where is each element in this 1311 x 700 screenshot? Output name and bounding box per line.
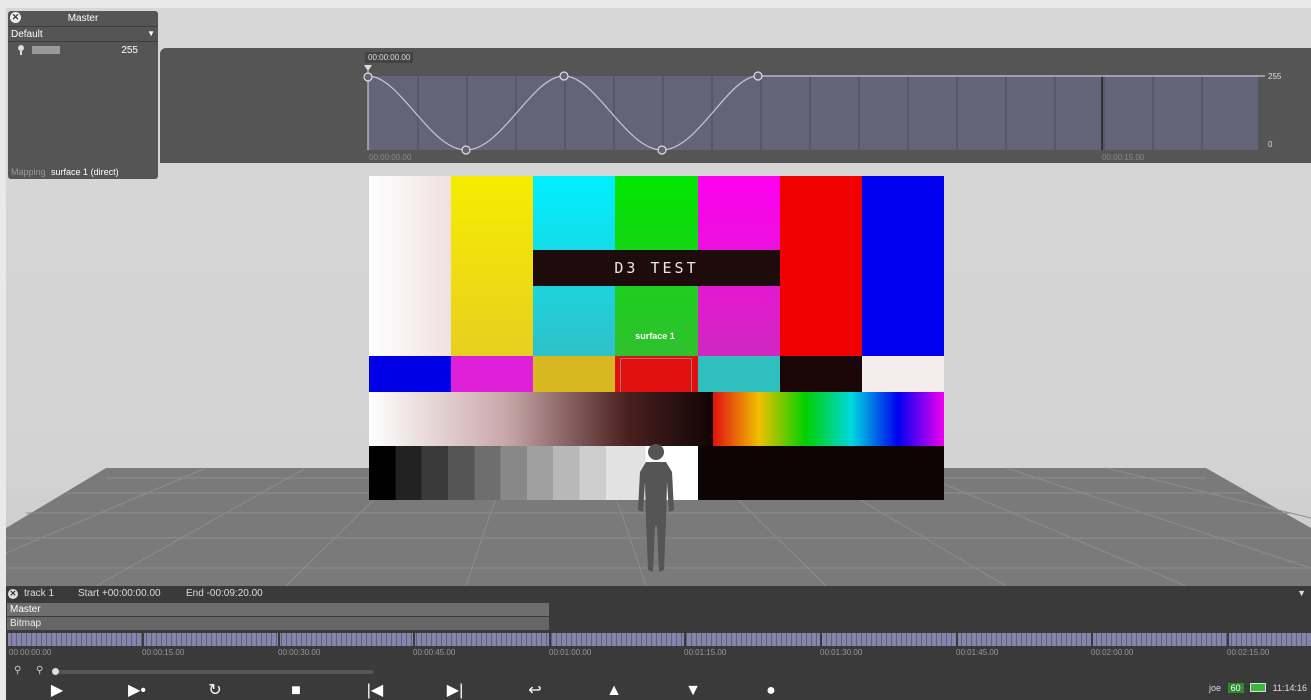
ruler-major-tick <box>956 631 958 647</box>
strip-black <box>780 356 862 392</box>
ruler-major-tick <box>549 631 551 647</box>
ruler-label: 00:01:15.00 <box>684 648 727 657</box>
status-area: joe 60 11:14:16 <box>1209 682 1307 696</box>
curve-timecode: 00:00:00.00 <box>365 52 414 63</box>
keyframe-handle <box>363 72 373 82</box>
next-icon[interactable]: ▶| <box>444 682 466 700</box>
keyframe-handle <box>753 71 763 81</box>
chevron-down-icon: ▼ <box>147 29 155 38</box>
ruler-label: 00:01:45.00 <box>956 648 999 657</box>
ruler-label: 00:02:15.00 <box>1227 648 1270 657</box>
ruler-major-tick <box>820 631 822 647</box>
battery-icon <box>1250 683 1267 693</box>
master-level-row: 255 <box>8 42 158 60</box>
black-block <box>698 446 944 500</box>
timeline-panel: ✕ track 1 Start +00:00:00.00 End -00:09:… <box>6 586 1311 700</box>
keyframe-handle <box>657 145 667 155</box>
preset-dropdown[interactable]: Default ▼ <box>8 27 158 42</box>
zoom-slider-handle[interactable] <box>52 668 59 675</box>
zoom-out-icon[interactable]: ⚲ <box>36 665 43 676</box>
keyframe-curve[interactable] <box>160 48 1311 163</box>
master-panel: ✕ Master Default ▼ 255 Mapping surface 1… <box>8 11 158 179</box>
track-name: track 1 <box>24 588 55 599</box>
keyframe-handle <box>559 71 569 81</box>
mapping-row: Mapping surface 1 (direct) <box>11 167 119 177</box>
play-to-end-icon[interactable]: ▶• <box>126 682 148 700</box>
strip-magenta <box>451 356 533 392</box>
fps-badge: 60 <box>1227 682 1244 693</box>
ruler-label: 00:00:15.00 <box>142 648 185 657</box>
stop-icon[interactable]: ■ <box>285 682 307 700</box>
test-card-title: D3 TEST <box>533 250 780 286</box>
preset-value: Default <box>11 29 43 40</box>
ruler-label: 00:02:00.00 <box>1091 648 1134 657</box>
play-icon[interactable]: ▶ <box>46 682 68 700</box>
ruler-major-tick <box>684 631 686 647</box>
spectrum-gradient <box>713 392 944 446</box>
ruler-major-tick <box>1091 631 1093 647</box>
person-silhouette <box>638 444 674 572</box>
ruler-major-tick <box>413 631 415 647</box>
record-icon[interactable]: ● <box>760 682 782 700</box>
clock: 11:14:16 <box>1272 682 1307 693</box>
level-slider[interactable] <box>32 46 60 54</box>
strip-yellow <box>533 356 615 392</box>
loop-play-icon[interactable]: ↻ <box>204 682 226 700</box>
ruler-label: 00:01:30.00 <box>820 648 863 657</box>
curve-tick-mid: 00:00:15.00 <box>1102 153 1145 162</box>
curve-max-label: 255 <box>1268 72 1282 81</box>
zoom-slider[interactable] <box>54 670 374 674</box>
up-arrow-icon[interactable]: ▲ <box>603 682 625 700</box>
mapping-label: Mapping <box>11 167 46 177</box>
layer-bitmap[interactable]: Bitmap <box>7 617 549 630</box>
ruler-label: 00:00:45.00 <box>413 648 456 657</box>
level-value[interactable]: 255 <box>121 45 138 56</box>
mapping-value[interactable]: surface 1 (direct) <box>51 167 119 177</box>
curve-tick-start: 00:00:00.00 <box>369 153 412 162</box>
strip-blue <box>369 356 451 392</box>
bar-white <box>369 176 451 356</box>
strip-cyan <box>698 356 780 392</box>
return-icon[interactable]: ↩ <box>524 682 546 700</box>
bar-blue <box>862 176 944 356</box>
timeline-ruler[interactable] <box>6 633 1311 646</box>
strip-white <box>862 356 944 392</box>
user-name: joe <box>1209 682 1222 693</box>
previous-icon[interactable]: |◀ <box>364 682 386 700</box>
ruler-major-tick <box>1227 631 1229 647</box>
layer-master[interactable]: Master <box>7 603 549 616</box>
ruler-label: 00:00:30.00 <box>278 648 321 657</box>
track-header: ✕ track 1 Start +00:00:00.00 End -00:09:… <box>6 586 1311 603</box>
chevron-down-icon[interactable]: ▼ <box>1297 588 1306 598</box>
ruler-label: 00:00:00.00 <box>9 648 52 657</box>
ruler-label: 00:01:00.00 <box>549 648 592 657</box>
gray-gradient <box>369 392 713 446</box>
curve-min-label: 0 <box>1268 140 1273 149</box>
down-arrow-icon[interactable]: ▼ <box>682 682 704 700</box>
playhead-icon[interactable] <box>364 65 372 71</box>
keyframe-handle <box>461 145 471 155</box>
ruler-major-tick <box>6 631 8 647</box>
zoom-in-icon[interactable]: ⚲ <box>14 665 21 676</box>
master-titlebar: ✕ Master <box>8 11 158 27</box>
master-title: Master <box>67 13 99 24</box>
bar-yellow <box>451 176 533 356</box>
ruler-major-tick <box>142 631 144 647</box>
track-start: Start +00:00:00.00 <box>78 588 161 599</box>
track-end: End -00:09:20.00 <box>186 588 263 599</box>
surface-label: surface 1 <box>635 331 675 341</box>
ruler-major-tick <box>278 631 280 647</box>
bar-red <box>780 176 862 356</box>
bulb-icon <box>18 45 24 55</box>
close-icon[interactable]: ✕ <box>8 589 18 599</box>
